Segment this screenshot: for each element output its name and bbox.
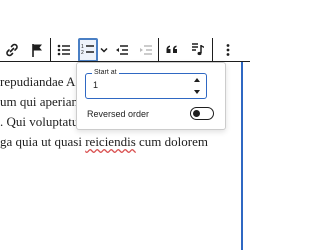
reversed-order-label: Reversed order	[87, 109, 150, 119]
unordered-list-button[interactable]	[52, 38, 76, 62]
ordered-list-button[interactable]: 12	[78, 38, 98, 62]
text-run: . Qui voluptatu	[0, 114, 79, 129]
text-run: cum dolorem	[135, 134, 208, 149]
outdent-icon	[114, 42, 130, 58]
flag-icon	[30, 42, 46, 58]
reversed-order-toggle[interactable]	[190, 107, 214, 120]
decrement-icon[interactable]	[194, 90, 200, 94]
indent-icon	[138, 42, 154, 58]
text-run: repudiandae A	[0, 74, 76, 89]
indent-button[interactable]	[134, 38, 158, 62]
chevron-down-icon	[99, 45, 109, 55]
paragraph-line: repudiandae A	[0, 74, 75, 90]
text-run: um qui aperian	[0, 94, 78, 109]
link-button[interactable]	[0, 38, 24, 62]
outdent-button[interactable]	[110, 38, 134, 62]
quote-icon	[164, 42, 180, 58]
paragraph-line: . Qui voluptatu	[0, 114, 78, 130]
misspelled-word: reiciendis	[85, 134, 136, 149]
link-icon	[4, 42, 20, 58]
list-options-popover: Start at 1 Reversed order	[76, 62, 226, 130]
increment-icon[interactable]	[194, 78, 200, 82]
start-at-field[interactable]: Start at 1	[85, 68, 207, 99]
flag-button[interactable]	[26, 38, 50, 62]
music-note-icon	[190, 42, 206, 58]
unordered-list-icon	[56, 42, 72, 58]
more-options-button[interactable]	[216, 38, 240, 62]
start-at-input[interactable]: 1	[93, 80, 98, 90]
number-spinner[interactable]	[192, 78, 202, 94]
quote-button[interactable]	[160, 38, 184, 62]
paragraph-line: um qui aperian	[0, 94, 78, 110]
paragraph-line: ga quia ut quasi reiciendis cum dolorem	[0, 134, 208, 150]
list-options-button[interactable]	[97, 38, 110, 62]
music-button[interactable]	[186, 38, 210, 62]
toolbar-divider	[212, 38, 213, 62]
text-run: ga quia ut quasi	[0, 134, 86, 149]
selected-block-border	[241, 62, 243, 250]
more-vertical-icon	[220, 42, 236, 58]
svg-text:2: 2	[81, 50, 84, 56]
ordered-list-icon: 12	[81, 42, 95, 58]
toolbar-divider	[50, 38, 51, 62]
toggle-knob	[193, 109, 200, 117]
block-toolbar: 12	[0, 0, 250, 62]
start-at-label: Start at	[92, 68, 119, 78]
toolbar-divider	[158, 38, 159, 62]
